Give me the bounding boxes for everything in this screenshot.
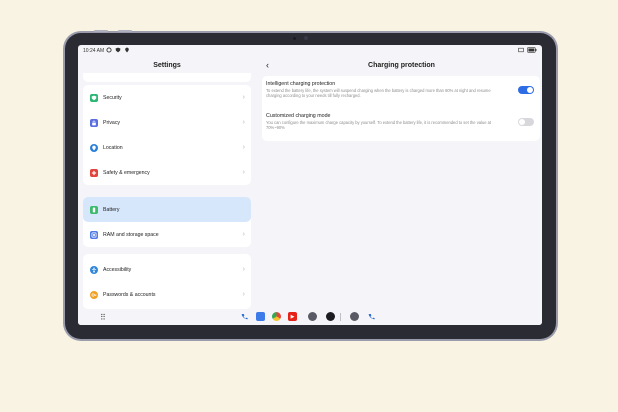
passwords-key-icon: [90, 290, 98, 299]
chevron-right-icon: ›: [242, 144, 245, 151]
chevron-right-icon: ›: [242, 266, 245, 273]
charging-protection-pane: ‹ Charging protection Intelligent chargi…: [261, 57, 542, 309]
chevron-right-icon: ›: [242, 291, 245, 298]
sidebar-item-battery[interactable]: Battery: [83, 197, 251, 222]
sidebar-item-safety-emergency[interactable]: Safety & emergency ›: [83, 160, 251, 185]
chevron-right-icon: ›: [242, 169, 245, 176]
previous-group-card: [83, 73, 251, 82]
volume-button: [94, 30, 108, 32]
app-drawer-grid-icon[interactable]: ⠿: [100, 313, 106, 322]
settings-list-pane: Settings Security › Privacy › Location ›…: [78, 57, 256, 309]
settings-title: Settings: [153, 62, 181, 69]
messages-app-icon[interactable]: [256, 312, 265, 321]
setting-title: Customized charging mode: [266, 113, 331, 119]
chevron-right-icon: ›: [242, 231, 245, 238]
chrome-app-icon[interactable]: [272, 312, 281, 321]
tablet-screen: 10:24 AM Settings Security › Privacy › L…: [78, 45, 542, 325]
status-time: 10:24 AM: [83, 48, 105, 54]
sidebar-item-ram-storage[interactable]: RAM and storage space ›: [83, 222, 251, 247]
front-camera-icon: [304, 36, 308, 40]
recent-phone-app-icon[interactable]: [367, 312, 376, 321]
setting-description: You can configure the maximum charge cap…: [266, 120, 492, 130]
intelligent-charging-toggle[interactable]: [518, 86, 534, 94]
accessibility-icon: [90, 265, 98, 274]
chevron-right-icon: ›: [242, 94, 245, 101]
toggle-knob: [519, 119, 525, 125]
sensor-dot: [293, 37, 296, 40]
gallery-app-icon[interactable]: [326, 312, 335, 321]
sidebar-item-location[interactable]: Location ›: [83, 135, 251, 160]
camera-app-icon[interactable]: [308, 312, 317, 321]
shield-notification-icon: [115, 47, 121, 53]
location-notification-icon: [125, 47, 129, 53]
battery-status-icon: [527, 47, 537, 53]
toggle-knob: [527, 87, 533, 93]
page-title: Charging protection: [368, 62, 435, 69]
setting-description: To extend the battery life, the system w…: [266, 88, 491, 98]
recent-camera-app-icon[interactable]: [350, 312, 359, 321]
storage-icon: [90, 230, 98, 239]
battery-icon: [90, 205, 98, 214]
charging-settings-card: Intelligent charging protection To exten…: [262, 76, 540, 141]
sidebar-item-security[interactable]: Security ›: [83, 85, 251, 110]
settings-group-battery: Battery RAM and storage space ›: [83, 197, 251, 247]
settings-group-privacy: Security › Privacy › Location › Safety &…: [83, 85, 251, 185]
sidebar-item-passwords-accounts[interactable]: Passwords & accounts ›: [83, 282, 251, 307]
setting-title: Intelligent charging protection: [266, 81, 336, 87]
safety-icon: [90, 168, 98, 177]
chevron-right-icon: ›: [242, 119, 245, 126]
settings-notification-icon: [106, 47, 112, 53]
customized-charging-toggle[interactable]: [518, 118, 534, 126]
power-button: [118, 30, 132, 32]
security-shield-icon: [90, 93, 98, 102]
intelligent-charging-setting[interactable]: Intelligent charging protection To exten…: [266, 81, 506, 98]
customized-charging-setting[interactable]: Customized charging mode You can configu…: [266, 113, 506, 130]
sidebar-item-privacy[interactable]: Privacy ›: [83, 110, 251, 135]
taskbar-dock: ⠿ ▶: [78, 309, 542, 325]
location-pin-icon: [90, 143, 98, 152]
settings-group-accessibility: Accessibility › Passwords & accounts ›: [83, 254, 251, 309]
privacy-lock-icon: [90, 118, 98, 127]
sidebar-item-accessibility[interactable]: Accessibility ›: [83, 257, 251, 282]
youtube-app-icon[interactable]: ▶: [288, 312, 297, 321]
dock-separator: [340, 313, 341, 321]
screen-mirror-icon: [518, 47, 524, 53]
phone-app-icon[interactable]: [240, 312, 249, 321]
status-bar: 10:24 AM: [78, 45, 542, 57]
